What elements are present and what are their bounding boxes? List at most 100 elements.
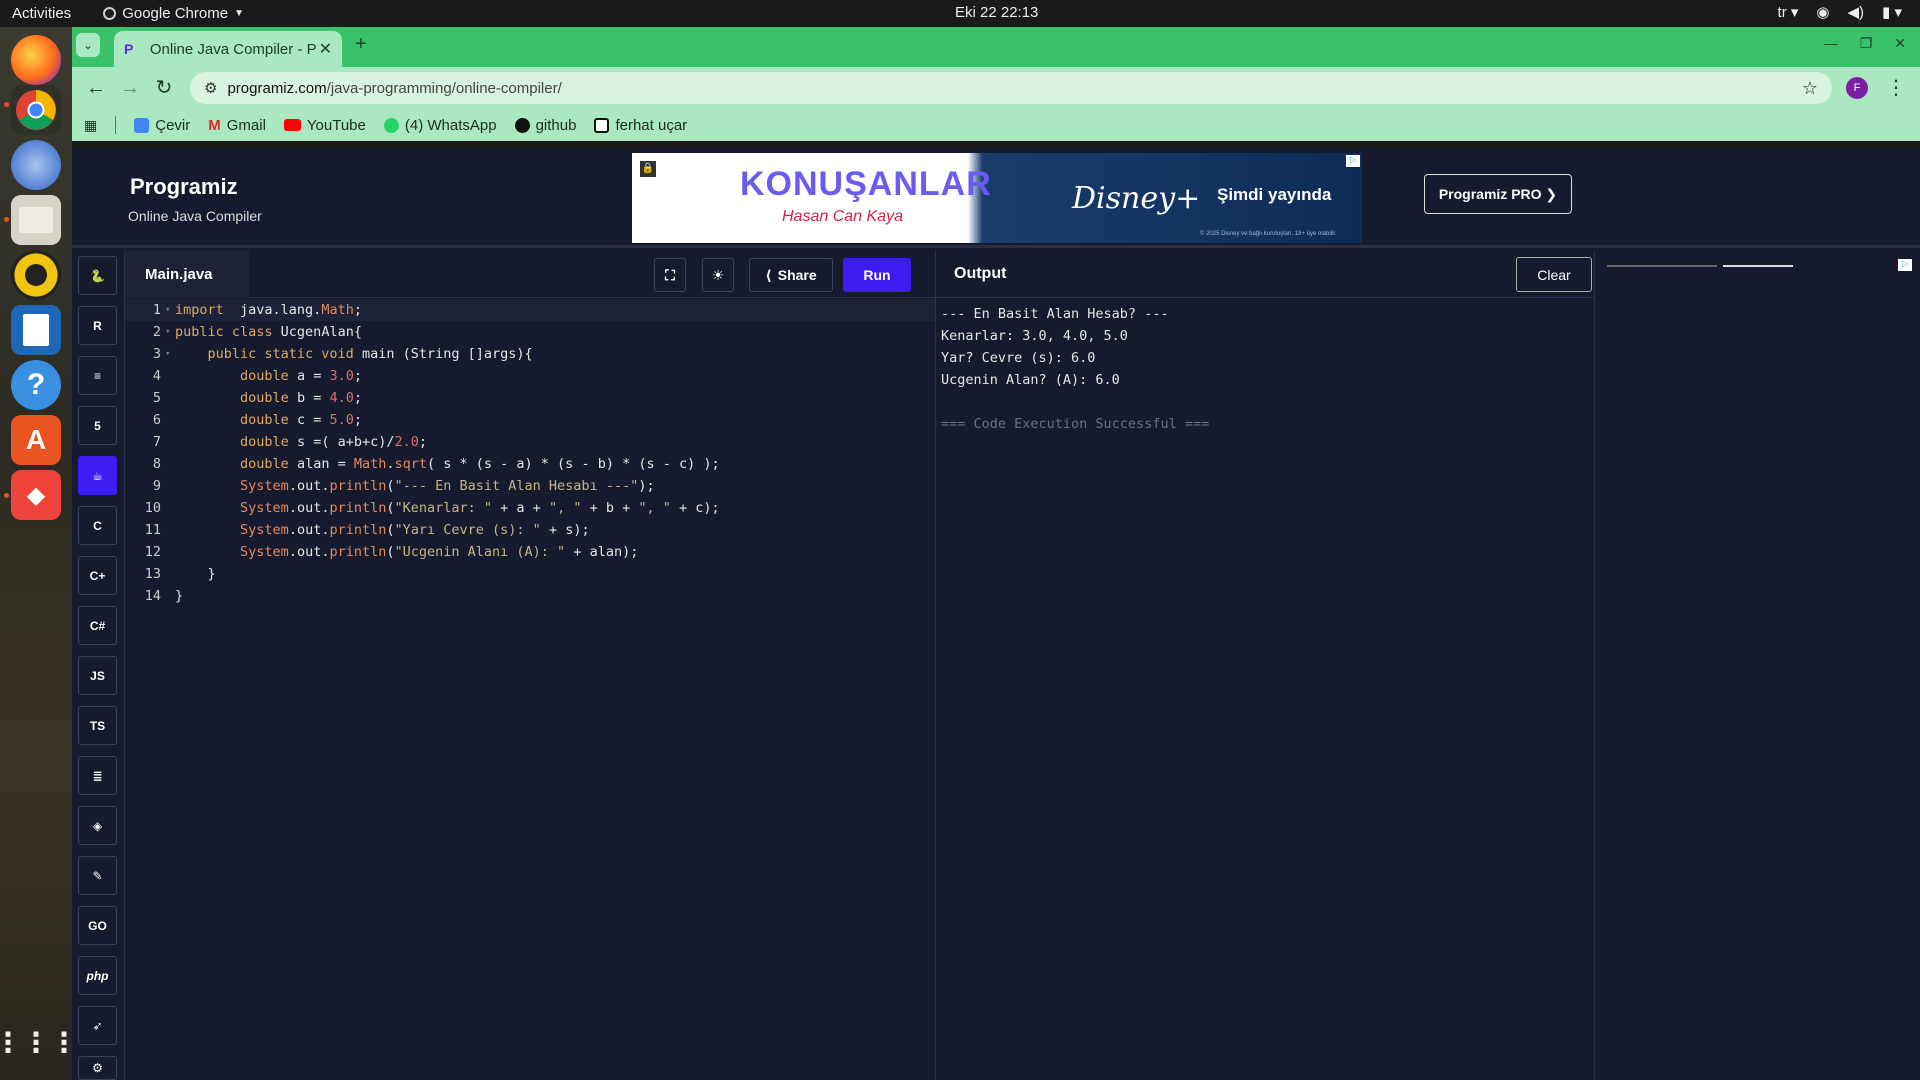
minimize-icon[interactable]: — [1824, 35, 1838, 52]
stack-icon[interactable]: ≣ [78, 756, 117, 795]
fullscreen-button[interactable]: ⛶ [654, 258, 686, 292]
code-token: + s); [540, 522, 590, 538]
app-center-icon[interactable]: A [11, 415, 61, 465]
code-text: public static void main (String []args){ [175, 346, 533, 362]
bookmark-github[interactable]: github [514, 117, 576, 134]
firefox-icon[interactable] [11, 35, 61, 85]
python-icon[interactable]: 🐍 [78, 256, 117, 295]
code-line[interactable]: 5 double b = 4.0; [125, 387, 935, 409]
csharp-icon[interactable]: C# [78, 606, 117, 645]
chrome-menu-icon[interactable]: ⋮ [1882, 74, 1910, 102]
reload-icon[interactable]: ↻ [150, 74, 178, 102]
show-apps-icon[interactable]: ⋮⋮⋮ [0, 1017, 78, 1067]
run-button[interactable]: Run [843, 258, 911, 292]
anydesk-icon[interactable]: ◆ [11, 470, 61, 520]
code-token: double [240, 412, 289, 428]
go-icon[interactable]: GO [78, 906, 117, 945]
share-button[interactable]: ⟨ Share [749, 258, 833, 292]
code-token: .out. [288, 478, 330, 494]
activities-button[interactable]: Activities [12, 5, 71, 22]
fold-arrow-icon[interactable]: ▾ [165, 305, 175, 315]
keyboard-layout-indicator[interactable]: tr ▾ [1778, 3, 1799, 21]
rhythmbox-icon[interactable] [11, 250, 61, 300]
apps-grid-icon[interactable]: ▦ [84, 117, 97, 134]
r-icon[interactable]: R [78, 306, 117, 345]
output-console[interactable]: --- En Basit Alan Hesab? --- Kenarlar: 3.… [941, 303, 1209, 435]
clock[interactable]: Eki 22 22:13 [955, 4, 1038, 21]
c-icon[interactable]: C [78, 506, 117, 545]
code-text: public class UcgenAlan{ [175, 324, 362, 340]
site-info-icon[interactable]: ⚙ [204, 79, 217, 97]
clear-button[interactable]: Clear [1516, 257, 1592, 292]
code-line[interactable]: 8 double alan = Math.sqrt( s * (s - a) *… [125, 453, 935, 475]
adchoices-icon[interactable]: ▷ [1346, 155, 1360, 167]
back-icon[interactable]: ← [82, 74, 110, 102]
chrome-window: ⌄ P Online Java Compiler - P ✕ + — ❐ ✕ ←… [72, 27, 1920, 1080]
tab-close-icon[interactable]: ✕ [319, 39, 332, 59]
code-token: "Yarı Cevre (s): " [394, 522, 541, 538]
bookmark-translate[interactable]: Çevir [134, 117, 190, 134]
code-line[interactable]: 2 ▾ public class UcgenAlan{ [125, 321, 935, 343]
forward-icon[interactable]: → [116, 74, 144, 102]
rust-icon[interactable]: ⚙ [78, 1056, 117, 1080]
code-line[interactable]: 10 System.out.println("Kenarlar: " + a +… [125, 497, 935, 519]
swift-icon[interactable]: ✎ [78, 856, 117, 895]
chrome-icon[interactable] [11, 85, 61, 135]
bookmark-label: YouTube [306, 116, 366, 134]
writer-icon[interactable] [11, 305, 61, 355]
code-line[interactable]: 4 double a = 3.0; [125, 365, 935, 387]
code-line[interactable]: 14} [125, 585, 935, 607]
file-tab[interactable]: Main.java [125, 251, 249, 298]
html-icon[interactable]: 5 [78, 406, 117, 445]
typescript-icon[interactable]: TS [78, 706, 117, 745]
adchoices-icon[interactable]: ▷ [1898, 259, 1912, 271]
line-number: 9 [152, 478, 161, 494]
banner-ad[interactable]: 🔒 KONUŞANLAR Hasan Can Kaya Disney+ Şimd… [632, 153, 1362, 243]
bookmark-youtube[interactable]: YouTube [283, 116, 366, 134]
code-line[interactable]: 13 } [125, 563, 935, 585]
bookmark-star-icon[interactable]: ☆ [1802, 78, 1818, 99]
close-window-icon[interactable]: ✕ [1894, 35, 1906, 52]
bookmark-notion[interactable]: ferhat uçar [594, 117, 687, 134]
new-tab-button[interactable]: + [355, 33, 367, 56]
code-line[interactable]: 11 System.out.println("Yarı Cevre (s): "… [125, 519, 935, 541]
thunderbird-icon[interactable] [11, 140, 61, 190]
code-token: ; [353, 302, 362, 318]
browser-tab-active[interactable]: P Online Java Compiler - P ✕ [114, 31, 342, 67]
kotlin-icon[interactable]: ◈ [78, 806, 117, 845]
java-icon[interactable]: ☕ [78, 456, 117, 495]
bookmark-gmail[interactable]: M Gmail [208, 117, 266, 134]
javascript-icon[interactable]: JS [78, 656, 117, 695]
cpp-icon[interactable]: C+ [78, 556, 117, 595]
programiz-pro-button[interactable]: Programiz PRO ❯ [1424, 174, 1572, 214]
bookmark-whatsapp[interactable]: (4) WhatsApp [383, 117, 497, 134]
code-line[interactable]: 6 double c = 5.0; [125, 409, 935, 431]
code-line[interactable]: 3 ▾ public static void main (String []arg… [125, 343, 935, 365]
profile-avatar[interactable]: F [1846, 77, 1868, 99]
programiz-logo[interactable]: Programiz [130, 174, 238, 200]
app-menu[interactable]: Google Chrome ▼ [103, 5, 244, 22]
php-icon[interactable]: php [78, 956, 117, 995]
files-icon[interactable] [11, 195, 61, 245]
code-line[interactable]: 9 System.out.println("--- En Basit Alan … [125, 475, 935, 497]
code-line[interactable]: 12 System.out.println("Ucgenin Alanı (A)… [125, 541, 935, 563]
tab-search-button[interactable]: ⌄ [76, 33, 100, 57]
theme-toggle-button[interactable]: ☀ [702, 258, 734, 292]
help-icon[interactable]: ? [11, 360, 61, 410]
swift-bird-icon[interactable]: ➶ [78, 1006, 117, 1045]
address-bar[interactable]: ⚙ programiz.com/java-programming/online-… [190, 72, 1832, 104]
system-tray[interactable]: tr ▾ ◉ ◀) ▮ ▾ [1778, 3, 1902, 21]
code-area[interactable]: 1 ▾ import java.lang.Math; 2 ▾ public class U… [125, 299, 935, 607]
code-token: . [386, 456, 395, 472]
window-controls: — ❐ ✕ [1824, 35, 1906, 52]
sql-icon[interactable]: ≡ [78, 356, 117, 395]
fold-arrow-icon[interactable]: ▾ [165, 327, 175, 337]
code-line[interactable]: 7 double s =( a+b+c)/2.0; [125, 431, 935, 453]
output-line: --- En Basit Alan Hesab? --- [941, 306, 1169, 322]
restore-icon[interactable]: ❐ [1860, 35, 1873, 52]
code-line[interactable]: 1 ▾ import java.lang.Math; [125, 299, 935, 321]
line-number: 14 [144, 588, 161, 604]
code-token: + b + [581, 500, 639, 516]
fold-arrow-icon[interactable]: ▾ [165, 349, 175, 359]
